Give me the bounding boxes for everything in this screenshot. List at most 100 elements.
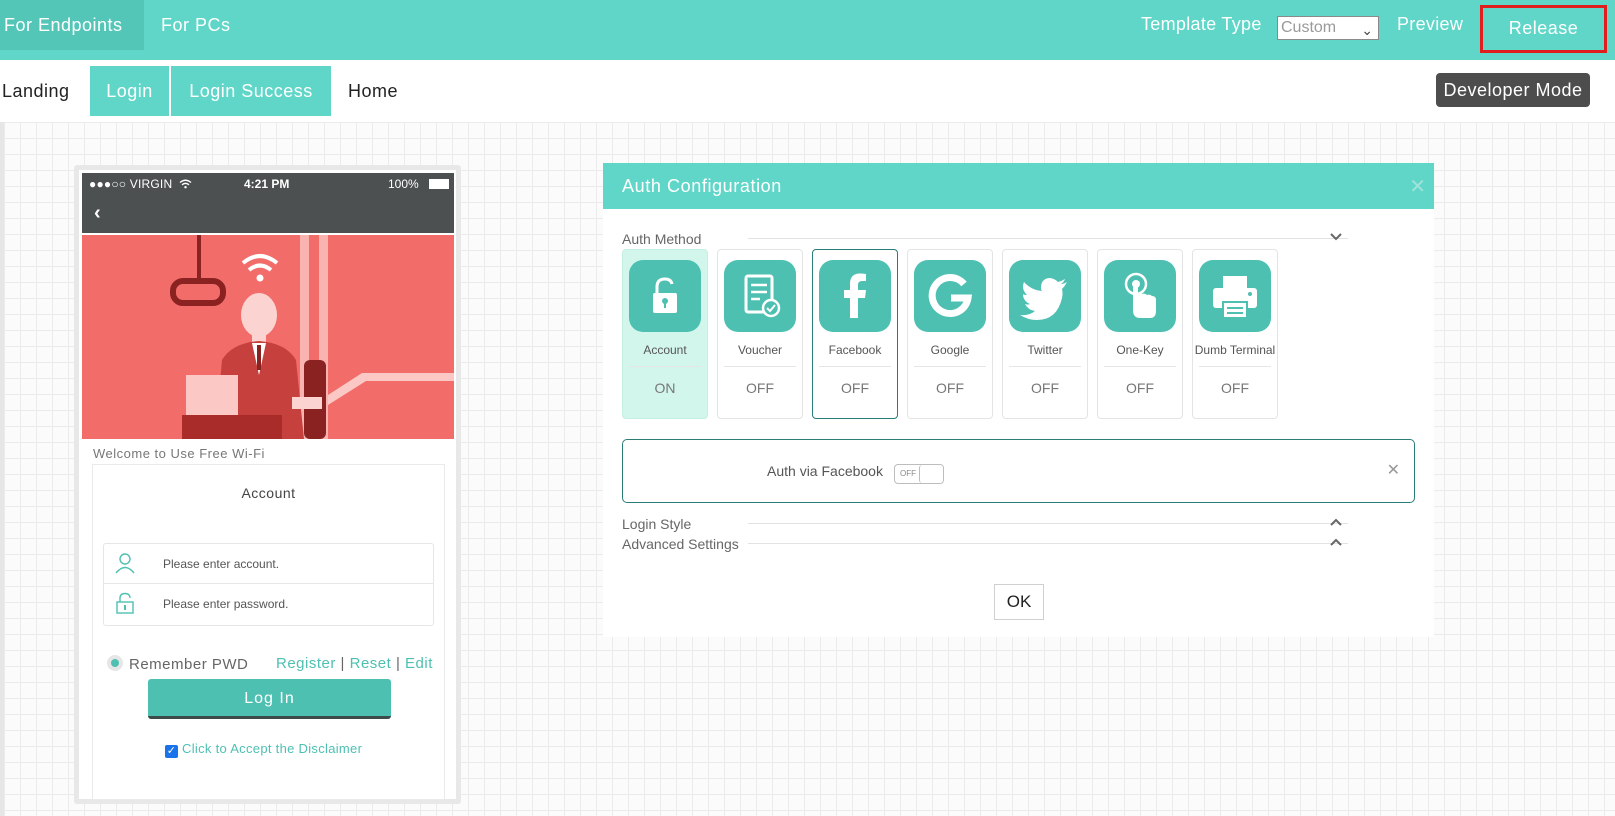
carrier-text: ●●●○○ VIRGIN — [89, 177, 192, 191]
tab-login[interactable]: Login — [90, 66, 169, 116]
password-input[interactable]: Please enter password. — [104, 584, 433, 624]
phone-nav-bar: ‹ — [82, 195, 454, 233]
auth-method-voucher[interactable]: Voucher OFF — [717, 249, 803, 419]
auth-method-twitter[interactable]: Twitter OFF — [1002, 249, 1088, 419]
login-style-label: Login Style — [622, 516, 692, 532]
remember-radio[interactable] — [107, 655, 123, 671]
tab-login-success[interactable]: Login Success — [171, 66, 331, 116]
auth-method-name: Twitter — [1027, 343, 1063, 357]
card-divider — [724, 366, 796, 367]
status-time: 4:21 PM — [244, 177, 290, 191]
auth-method-one-key[interactable]: One-Key OFF — [1097, 249, 1183, 419]
google-icon — [914, 260, 986, 332]
card-divider — [1009, 366, 1081, 367]
auth-method-name: Voucher — [737, 343, 783, 357]
dialog-header: Auth Configuration ✕ — [603, 163, 1434, 209]
auth-configuration-dialog: Auth Configuration ✕ Auth Method Account… — [603, 163, 1434, 637]
card-divider — [629, 366, 701, 367]
account-links: Register | Reset | Edit — [276, 655, 433, 672]
toggle-knob[interactable] — [919, 465, 943, 483]
phone-preview: ●●●○○ VIRGIN 4:21 PM 100% ‹ Welcome to U… — [74, 165, 461, 804]
template-type-value: Custom — [1281, 19, 1337, 36]
auth-method-state: OFF — [1031, 380, 1059, 396]
link-separator: | — [395, 655, 401, 672]
remember-password[interactable]: Remember PWD — [107, 655, 248, 673]
printer-icon — [1199, 260, 1271, 332]
chevron-left-icon[interactable]: ‹ — [94, 202, 101, 225]
release-button[interactable]: Release — [1480, 5, 1607, 53]
toggle-state: OFF — [900, 469, 916, 478]
section-divider — [748, 238, 1348, 239]
auth-method-state: ON — [654, 380, 676, 396]
page-tabs-bar: Landing Login Login Success Home Develop… — [0, 60, 1615, 122]
lock-icon — [629, 260, 701, 332]
facebook-icon — [819, 260, 891, 332]
close-icon[interactable]: ✕ — [1387, 460, 1400, 480]
user-icon — [115, 553, 135, 574]
remember-label: Remember PWD — [129, 656, 249, 673]
auth-via-facebook-toggle[interactable]: OFF — [894, 464, 944, 484]
one-key-icon — [1104, 260, 1176, 332]
account-placeholder: Please enter account. — [163, 557, 280, 571]
auth-method-account[interactable]: Account ON — [622, 249, 708, 419]
tab-for-pcs[interactable]: For PCs — [161, 0, 231, 50]
close-icon[interactable]: ✕ — [1409, 174, 1426, 199]
chevron-up-icon[interactable] — [1330, 518, 1342, 526]
hero-illustration — [82, 235, 454, 439]
battery-text: 100% — [388, 177, 419, 191]
auth-method-state: OFF — [841, 380, 869, 396]
voucher-icon — [724, 260, 796, 332]
password-placeholder: Please enter password. — [163, 597, 289, 611]
tab-for-endpoints[interactable]: For Endpoints — [0, 0, 144, 50]
template-type-select[interactable]: Custom ⌄ — [1277, 16, 1379, 40]
checkbox-checked-icon[interactable]: ✓ — [165, 745, 178, 758]
disclaimer-label[interactable]: Click to Accept the Disclaimer — [182, 741, 362, 756]
auth-method-name: One-Key — [1116, 343, 1164, 357]
chevron-down-icon[interactable] — [1330, 233, 1342, 241]
auth-method-google[interactable]: Google OFF — [907, 249, 993, 419]
auth-via-facebook-label: Auth via Facebook — [767, 463, 883, 479]
chevron-up-icon[interactable] — [1330, 538, 1342, 546]
auth-method-name: Account — [643, 343, 687, 357]
login-title: Account — [241, 485, 296, 501]
template-type-label: Template Type — [1141, 14, 1262, 34]
auth-method-label: Auth Method — [622, 231, 702, 247]
auth-method-facebook[interactable]: Facebook OFF — [812, 249, 898, 419]
top-bar: For Endpoints For PCs Template Type Cust… — [0, 0, 1615, 60]
auth-method-state: OFF — [936, 380, 964, 396]
auth-method-name: Facebook — [828, 343, 882, 357]
battery-icon — [429, 179, 449, 189]
preview-button[interactable]: Preview — [1397, 14, 1463, 35]
tab-home[interactable]: Home — [348, 66, 398, 116]
section-divider — [748, 543, 1348, 544]
twitter-icon — [1009, 260, 1081, 332]
auth-method-state: OFF — [1126, 380, 1154, 396]
credential-fields: Please enter account. Please enter passw… — [103, 543, 434, 626]
card-divider — [1199, 366, 1271, 367]
advanced-settings-label: Advanced Settings — [622, 536, 739, 552]
welcome-text: Welcome to Use Free Wi-Fi — [93, 446, 265, 461]
auth-method-dumb-terminal[interactable]: Dumb Terminal OFF — [1192, 249, 1278, 419]
login-form: Account Please enter account. Please ent… — [92, 464, 445, 800]
developer-mode-button[interactable]: Developer Mode — [1436, 73, 1590, 107]
edit-link[interactable]: Edit — [405, 655, 433, 672]
account-input[interactable]: Please enter account. — [104, 544, 433, 584]
dialog-title: Auth Configuration — [622, 176, 782, 196]
card-divider — [1104, 366, 1176, 367]
card-divider — [914, 366, 986, 367]
tab-landing[interactable]: Landing — [2, 66, 70, 116]
wifi-icon — [179, 179, 192, 189]
log-in-button[interactable]: Log In — [148, 679, 391, 719]
phone-status-bar: ●●●○○ VIRGIN 4:21 PM 100% — [82, 173, 454, 195]
reset-link[interactable]: Reset — [350, 655, 392, 672]
ok-button[interactable]: OK — [994, 584, 1044, 620]
auth-method-state: OFF — [746, 380, 774, 396]
section-divider — [748, 523, 1348, 524]
link-separator: | — [340, 655, 345, 672]
auth-method-name: Google — [930, 343, 970, 357]
auth-method-state: OFF — [1221, 380, 1249, 396]
register-link[interactable]: Register — [276, 655, 336, 672]
auth-method-name: Dumb Terminal — [1194, 343, 1276, 357]
disclaimer-checkbox[interactable]: ✓ Click to Accept the Disclaimer — [165, 741, 362, 758]
lock-icon — [116, 592, 134, 614]
